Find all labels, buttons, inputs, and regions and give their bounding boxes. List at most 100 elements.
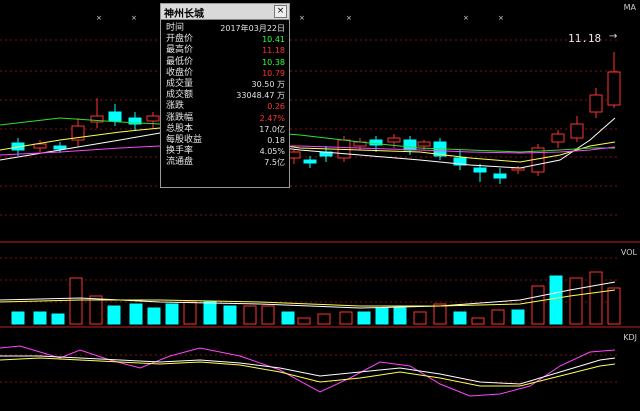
volume-bar xyxy=(339,311,353,325)
info-row: 收盘价 10.79 xyxy=(166,68,285,79)
info-row-label: 涨跌幅 xyxy=(166,112,194,123)
candle-body xyxy=(570,123,584,139)
info-row-label: 换手率 xyxy=(166,146,194,157)
candle-body xyxy=(403,139,417,151)
info-row: 成交量 30.50 万 xyxy=(166,79,285,90)
info-row-value: 10.79 xyxy=(262,68,285,78)
info-row-value: 7.5亿 xyxy=(264,158,285,168)
info-row: 总股本 17.0亿 xyxy=(166,124,285,135)
close-mark-icon: × xyxy=(498,14,504,22)
close-mark-icon: × xyxy=(299,14,305,22)
info-row: 最低价 10.38 xyxy=(166,57,285,68)
kdj-j-line xyxy=(0,345,616,397)
volume-bar xyxy=(569,277,583,325)
info-row-label: 最高价 xyxy=(166,45,194,56)
info-row-value: 10.38 xyxy=(262,57,285,67)
info-row-value: 0.18 xyxy=(267,135,285,145)
candle-body xyxy=(551,133,565,143)
info-row-value: 30.50 万 xyxy=(251,79,285,89)
volume-bar xyxy=(357,311,371,325)
volume-bar xyxy=(165,303,179,325)
volume-bar xyxy=(33,311,47,325)
info-row-label: 流通盘 xyxy=(166,157,194,168)
info-row-label: 涨跌 xyxy=(166,101,185,112)
volume-bar xyxy=(147,307,161,325)
info-row: 时间 2017年03月22日 xyxy=(166,23,285,34)
ma-indicator-label: MA xyxy=(623,3,636,12)
volume-bar xyxy=(531,285,545,325)
volume-bar xyxy=(281,311,295,325)
high-price-marker: 11.18 xyxy=(568,32,602,45)
stock-name: 神州长城 xyxy=(164,9,204,20)
info-row: 流通盘 7.5亿 xyxy=(166,157,285,168)
info-row-label: 最低价 xyxy=(166,56,194,67)
stock-info-panel[interactable]: 神州长城 × 时间 2017年03月22日开盘价 10.41 最高价 11.18 最低价 1… xyxy=(160,3,290,188)
info-row: 涨跌幅 2.47% xyxy=(166,113,285,124)
volume-bar xyxy=(243,305,257,325)
volume-bar xyxy=(433,303,447,325)
info-row-value: 10.41 xyxy=(262,35,285,45)
info-row: 最高价 11.18 xyxy=(166,45,285,56)
volume-bar xyxy=(375,307,389,325)
info-row-label: 开盘价 xyxy=(166,34,194,45)
info-row-value: 17.0亿 xyxy=(259,124,285,134)
volume-bar xyxy=(129,303,143,325)
candle-body xyxy=(53,145,67,150)
volume-bar xyxy=(607,287,621,325)
candle-body xyxy=(146,115,160,122)
close-mark-icon: × xyxy=(346,14,352,22)
arrow-right-icon: → xyxy=(609,31,618,42)
close-mark-icon: × xyxy=(463,14,469,22)
info-row-value: 4.05% xyxy=(259,147,285,157)
info-row-value: 2.47% xyxy=(259,113,285,123)
volume-bar xyxy=(51,313,65,325)
close-icon[interactable]: × xyxy=(274,5,287,18)
info-row: 开盘价 10.41 xyxy=(166,34,285,45)
volume-bar xyxy=(549,275,563,325)
kdj-d-line xyxy=(0,357,616,387)
info-row-value: 0.26 xyxy=(267,102,285,112)
info-panel-title-bar[interactable]: 神州长城 × xyxy=(161,4,289,20)
info-row: 换手率 4.05% xyxy=(166,146,285,157)
volume-bar xyxy=(453,311,467,325)
info-row-label: 每股收益 xyxy=(166,134,203,145)
candle-body xyxy=(589,94,603,113)
candle-body xyxy=(417,141,431,147)
candlestick-chart[interactable] xyxy=(0,0,640,411)
info-row-label: 成交额 xyxy=(166,90,194,101)
volume-bar xyxy=(107,305,121,325)
volume-bar xyxy=(589,271,603,325)
kdj-indicator-label: KDJ xyxy=(623,333,637,342)
info-row-label: 成交量 xyxy=(166,78,194,89)
volume-bar xyxy=(183,301,197,325)
candle-body xyxy=(493,173,507,179)
volume-bar xyxy=(491,309,505,325)
ma60-line xyxy=(0,117,615,153)
close-mark-icon: × xyxy=(131,14,137,22)
volume-bar xyxy=(297,317,311,325)
volume-bar xyxy=(223,305,237,325)
candle-body xyxy=(303,159,317,164)
volume-bar xyxy=(317,313,331,325)
info-row-value: 2017年03月22日 xyxy=(220,24,285,33)
candle-body xyxy=(473,167,487,173)
volume-bar xyxy=(393,307,407,325)
info-row-label: 收盘价 xyxy=(166,67,194,78)
volume-bar xyxy=(261,305,275,325)
info-row-value: 11.18 xyxy=(262,46,285,56)
close-mark-icon: × xyxy=(96,14,102,22)
info-row: 成交额 33048.47 万 xyxy=(166,90,285,101)
volume-bar xyxy=(203,301,217,325)
volume-bar xyxy=(511,309,525,325)
info-row-label: 总股本 xyxy=(166,123,194,134)
volume-bar xyxy=(413,311,427,325)
info-row-label: 时间 xyxy=(166,23,185,33)
volume-bar xyxy=(69,277,83,325)
candle-body xyxy=(108,111,122,122)
volume-bar xyxy=(11,311,25,325)
volume-indicator-label: VOL xyxy=(620,248,637,257)
candle-body xyxy=(607,71,621,106)
candle-body xyxy=(33,143,47,149)
candle-body xyxy=(387,137,401,143)
info-row: 每股收益 0.18 xyxy=(166,135,285,146)
